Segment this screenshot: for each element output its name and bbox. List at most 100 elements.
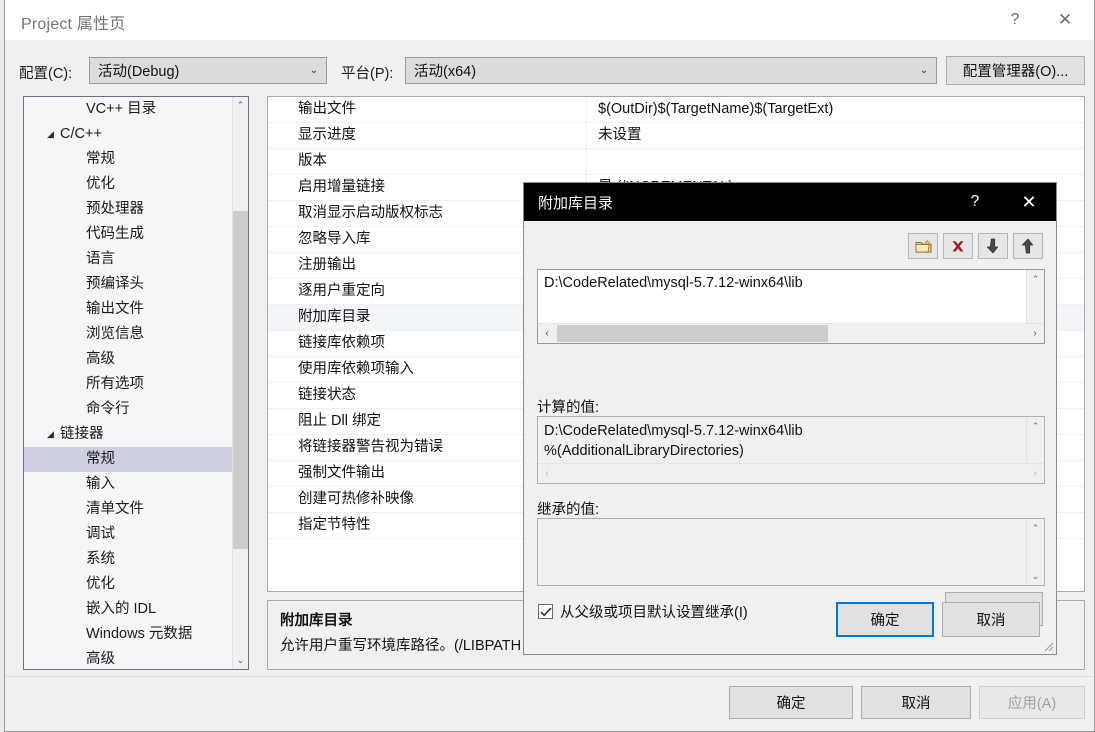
tree-item-19[interactable]: 优化 — [24, 572, 234, 597]
scroll-left-icon[interactable]: ‹ — [538, 324, 556, 343]
library-directory-entry[interactable]: D:\CodeRelated\mysql-5.7.12-winx64\lib — [544, 275, 803, 291]
twisty-expanded-icon[interactable]: ◢ — [46, 422, 55, 447]
computed-value-text: D:\CodeRelated\mysql-5.7.12-winx64\lib %… — [544, 423, 803, 459]
twisty-expanded-icon[interactable]: ◢ — [46, 122, 55, 147]
ok-button[interactable]: 确定 — [729, 686, 853, 719]
hscroll-thumb[interactable] — [557, 325, 828, 342]
tree-scrollbar-thumb[interactable] — [233, 211, 248, 549]
tree-item-0[interactable]: VC++ 目录 — [24, 97, 234, 122]
dialog-titlebar: 附加库目录 ? ✕ — [524, 183, 1056, 221]
tree-item-label: 常规 — [86, 151, 115, 167]
tree-item-2[interactable]: 常规 — [24, 147, 234, 172]
tree-item-21[interactable]: Windows 元数据 — [24, 622, 234, 647]
footer-divider — [5, 676, 1094, 677]
tree-item-10[interactable]: 高级 — [24, 347, 234, 372]
property-name: 创建可热修补映像 — [298, 491, 414, 507]
scroll-down-icon[interactable]: ⌄ — [1027, 567, 1044, 585]
tree-item-label: 调试 — [86, 526, 115, 542]
property-value[interactable]: $(OutDir)$(TargetName)$(TargetExt) — [598, 97, 833, 122]
tree-scrollbar[interactable]: ⌃ ⌄ — [232, 97, 248, 669]
scroll-left-icon: ‹ — [545, 468, 549, 479]
computed-horizontal-scrollbar[interactable]: ‹ › — [538, 463, 1044, 483]
tree-item-3[interactable]: 优化 — [24, 172, 234, 197]
tree-item-13[interactable]: ◢ 链接器 — [24, 422, 234, 447]
tree-item-11[interactable]: 所有选项 — [24, 372, 234, 397]
tree-item-label: VC++ 目录 — [86, 101, 157, 117]
move-up-icon[interactable] — [1013, 233, 1043, 259]
move-down-icon[interactable] — [978, 233, 1008, 259]
cancel-button[interactable]: 取消 — [861, 686, 971, 719]
property-name: 将链接器警告视为错误 — [298, 439, 443, 455]
tree-item-label: 链接器 — [60, 426, 104, 442]
tree-item-12[interactable]: 命令行 — [24, 397, 234, 422]
property-name: 取消显示启动版权标志 — [298, 205, 443, 221]
tree-item-8[interactable]: 输出文件 — [24, 297, 234, 322]
tree-item-label: 浏览信息 — [86, 326, 144, 342]
property-name: 链接状态 — [298, 387, 356, 403]
delete-icon[interactable] — [943, 233, 973, 259]
tree-item-5[interactable]: 代码生成 — [24, 222, 234, 247]
tree-item-18[interactable]: 系统 — [24, 547, 234, 572]
scroll-up-icon[interactable]: ⌃ — [233, 97, 248, 114]
property-value[interactable]: 未设置 — [598, 123, 642, 148]
dialog-help-icon[interactable]: ? — [952, 183, 998, 221]
dialog-cancel-button[interactable]: 取消 — [942, 602, 1040, 637]
property-name: 逐用户重定向 — [298, 283, 385, 299]
configuration-select[interactable]: 活动(Debug) ⌄ — [89, 57, 327, 84]
tree-item-label: 清单文件 — [86, 501, 144, 517]
tree-item-label: 语言 — [86, 251, 115, 267]
tree-item-label: 预编译头 — [86, 276, 144, 292]
tree-item-20[interactable]: 嵌入的 IDL — [24, 597, 234, 622]
scroll-up-icon[interactable]: ⌃ — [1027, 270, 1044, 288]
tree-item-14[interactable]: 常规 — [24, 447, 234, 472]
dialog-body: D:\CodeRelated\mysql-5.7.12-winx64\lib ⌃… — [524, 221, 1056, 656]
tree-item-label: C/C++ — [60, 126, 102, 142]
tree-item-label: 高级 — [86, 351, 115, 367]
dialog-toolbar — [908, 233, 1043, 259]
property-name: 附加库目录 — [298, 309, 371, 325]
tree-item-16[interactable]: 清单文件 — [24, 497, 234, 522]
inherit-checkbox-label: 从父级或项目默认设置继承(I) — [560, 605, 748, 621]
help-icon[interactable]: ? — [992, 0, 1038, 40]
tree-item-9[interactable]: 浏览信息 — [24, 322, 234, 347]
tree-item-22[interactable]: 高级 — [24, 647, 234, 669]
apply-button: 应用(A) — [979, 686, 1085, 719]
tree-item-label: Windows 元数据 — [86, 626, 193, 642]
dialog-close-icon[interactable]: ✕ — [1006, 183, 1052, 221]
close-icon[interactable]: ✕ — [1042, 0, 1088, 40]
scroll-down-icon[interactable]: ⌄ — [233, 652, 248, 669]
inherit-checkbox-row[interactable]: 从父级或项目默认设置继承(I) — [538, 601, 748, 622]
tree-item-15[interactable]: 输入 — [24, 472, 234, 497]
tree-item-1[interactable]: ◢ C/C++ — [24, 122, 234, 147]
inherit-checkbox[interactable] — [538, 604, 553, 619]
platform-value: 活动(x64) — [414, 64, 477, 80]
platform-select[interactable]: 活动(x64) ⌄ — [405, 57, 937, 84]
chevron-down-icon: ⌄ — [919, 64, 929, 76]
dialog-ok-button[interactable]: 确定 — [836, 602, 934, 637]
new-folder-icon[interactable] — [908, 233, 938, 259]
property-name: 输出文件 — [298, 101, 356, 117]
resize-grip-icon[interactable] — [1042, 640, 1054, 652]
tree-item-label: 常规 — [86, 451, 115, 467]
configuration-manager-button[interactable]: 配置管理器(O)... — [946, 56, 1085, 85]
configuration-label: 配置(C): — [19, 66, 73, 82]
tree-item-7[interactable]: 预编译头 — [24, 272, 234, 297]
scroll-up-icon[interactable]: ⌃ — [1027, 417, 1044, 435]
property-pages-window: Project 属性页 ? ✕ 配置(C): 活动(Debug) ⌄ 平台(P)… — [4, 0, 1095, 732]
platform-label: 平台(P): — [341, 66, 394, 82]
computed-value-label: 计算的值: — [537, 400, 600, 416]
tree-item-17[interactable]: 调试 — [24, 522, 234, 547]
property-row[interactable]: 输出文件 $(OutDir)$(TargetName)$(TargetExt) — [268, 97, 1084, 123]
check-icon — [539, 607, 552, 616]
settings-tree[interactable]: VC++ 目录 ◢ C/C++ 常规 优化 预处理器 代码生成 语言 预编译头 输出文件 浏览信息高… — [23, 96, 249, 670]
scroll-up-icon[interactable]: ⌃ — [1027, 519, 1044, 537]
tree-item-4[interactable]: 预处理器 — [24, 197, 234, 222]
list-horizontal-scrollbar[interactable]: ‹ › — [538, 323, 1044, 343]
inherited-value-label: 继承的值: — [537, 502, 600, 518]
library-directories-list[interactable]: D:\CodeRelated\mysql-5.7.12-winx64\lib ⌃… — [537, 269, 1045, 344]
inherited-vertical-scrollbar[interactable]: ⌃ ⌄ — [1026, 519, 1044, 585]
property-row[interactable]: 显示进度 未设置 — [268, 123, 1084, 149]
property-row[interactable]: 版本 — [268, 149, 1084, 175]
tree-item-6[interactable]: 语言 — [24, 247, 234, 272]
scroll-right-icon[interactable]: › — [1026, 324, 1044, 343]
